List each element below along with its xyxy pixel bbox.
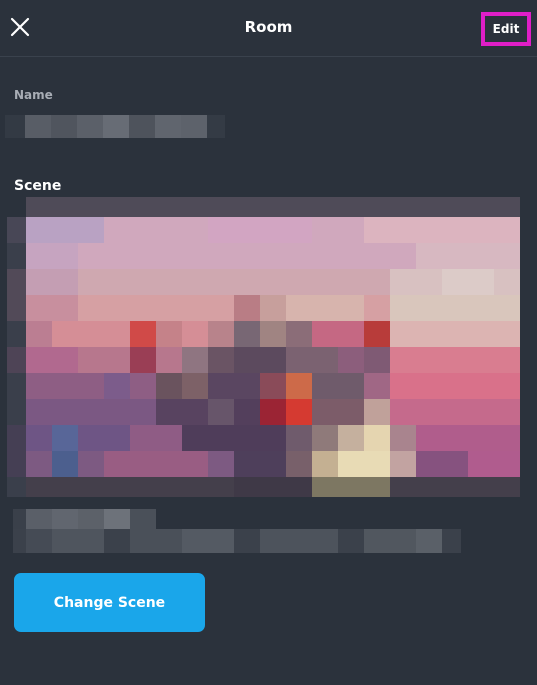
edit-button[interactable]: Edit — [481, 12, 531, 46]
scene-label: Scene — [14, 178, 62, 194]
name-label: Name — [14, 88, 53, 102]
header-bar: Room Edit — [0, 0, 537, 57]
change-scene-button-label: Change Scene — [53, 594, 166, 611]
page-title: Room — [244, 18, 293, 36]
edit-button-label: Edit — [492, 22, 520, 36]
change-scene-button[interactable]: Change Scene — [14, 573, 205, 632]
